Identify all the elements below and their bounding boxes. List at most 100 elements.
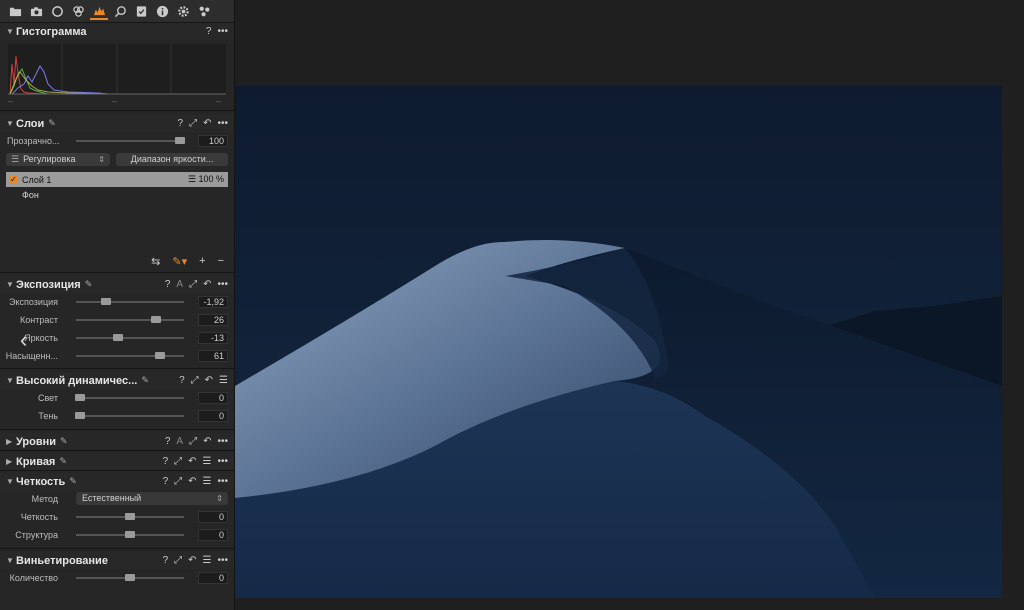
clarity-slider[interactable] [76,513,184,520]
hdr-header[interactable]: ▼ Высокий динамичес... ✎ ? ⤢ ↶ ☰ [0,372,234,389]
menu-icon[interactable]: ☰ [203,555,212,566]
slider-thumb[interactable] [75,412,86,419]
slider-value[interactable]: -13 [198,332,228,344]
pen-icon[interactable]: ✎ [85,279,93,290]
slider-value[interactable]: -1,92 [198,296,228,308]
slider-value[interactable]: 26 [198,314,228,326]
photo-preview[interactable] [235,86,1002,598]
add-layer-icon[interactable]: + [199,255,205,267]
reset-icon[interactable]: ↶ [188,476,196,487]
more-icon[interactable]: ••• [217,436,228,447]
gear-icon[interactable] [174,2,192,20]
more-icon[interactable]: ••• [217,555,228,566]
brush-icon[interactable]: ✎▾ [172,255,187,268]
camera-icon[interactable] [27,2,45,20]
layer-item-background[interactable]: Фон [6,187,228,202]
help-icon[interactable]: ? [165,279,171,290]
pen-icon[interactable]: ✎ [69,476,77,487]
reset-icon[interactable]: ↶ [203,436,211,447]
copy-icon[interactable]: ⤢ [174,555,182,566]
help-icon[interactable]: ? [163,555,169,566]
slider-thumb[interactable] [125,574,135,581]
more-icon[interactable]: ••• [217,456,228,467]
luma-range-button[interactable]: Диапазон яркости... [116,152,228,166]
brightness-slider[interactable] [76,334,184,341]
remove-layer-icon[interactable]: − [218,255,224,267]
layers-header[interactable]: ▼ Слои ✎ ? ⤢ ↶ ••• [0,115,234,132]
shadows-slider[interactable] [75,412,184,419]
menu-icon[interactable]: ☰ [203,476,212,487]
slider-thumb[interactable] [125,513,135,520]
slider-thumb[interactable] [150,316,161,323]
copy-icon[interactable]: ⤢ [191,375,199,386]
swap-icon[interactable]: ⇆ [151,255,160,268]
slider-thumb[interactable] [155,352,166,359]
help-icon[interactable]: ? [206,26,212,37]
collapse-icon[interactable]: ▼ [6,556,16,565]
back-arrow-icon[interactable]: ‹ [20,327,27,353]
search-icon[interactable] [111,2,129,20]
expand-icon[interactable]: ▶ [6,457,16,466]
reset-icon[interactable]: ↶ [203,118,211,129]
menu-icon[interactable]: ☰ [219,375,228,386]
collapse-icon[interactable]: ▼ [6,119,16,128]
more-icon[interactable]: ••• [217,476,228,487]
checklist-icon[interactable] [132,2,150,20]
color-icon[interactable] [69,2,87,20]
exposure-slider[interactable] [76,298,184,305]
amount-slider[interactable] [76,574,184,581]
slider-value[interactable]: 0 [198,572,228,584]
histogram-header[interactable]: ▼ Гистограмма ? ••• [0,23,234,40]
help-icon[interactable]: ? [165,436,171,447]
more-icon[interactable]: ••• [217,26,228,37]
help-icon[interactable]: ? [163,456,169,467]
reset-icon[interactable]: ↶ [205,375,213,386]
structure-slider[interactable] [76,531,184,538]
expand-icon[interactable]: ▶ [6,437,16,446]
more-icon[interactable]: ••• [217,279,228,290]
layer-checkbox[interactable]: ✓ [9,175,18,184]
levels-header[interactable]: ▶ Уровни ✎ ? A ⤢ ↶ ••• [0,433,234,450]
reset-icon[interactable]: ↶ [188,456,196,467]
opacity-slider[interactable] [76,137,185,144]
collapse-icon[interactable]: ▼ [6,477,16,486]
slider-thumb[interactable] [174,137,185,144]
adjust-button[interactable]: ☰ Регулировка ⇕ [6,152,110,166]
slider-value[interactable]: 0 [198,511,228,523]
slider-thumb[interactable] [75,394,86,401]
more-icon[interactable]: ••• [217,118,228,129]
slider-thumb[interactable] [101,298,112,305]
collapse-icon[interactable]: ▼ [6,27,16,36]
exposure-header[interactable]: ▼ Экспозиция ✎ ? A ⤢ ↶ ••• [0,276,234,293]
circle-icon[interactable] [48,2,66,20]
copy-icon[interactable]: ⤢ [174,456,182,467]
clarity-header[interactable]: ▼ Четкость ✎ ? ⤢ ↶ ☰ ••• [0,473,234,490]
help-icon[interactable]: ? [179,375,185,386]
layer-item-1[interactable]: ✓ Слой 1 ☰ 100 % [6,172,228,187]
opacity-value[interactable]: 100 [198,135,228,147]
pen-icon[interactable]: ✎ [60,436,68,447]
slider-thumb[interactable] [125,531,135,538]
menu-icon[interactable]: ☰ [203,456,212,467]
help-icon[interactable]: ? [178,118,184,129]
highlights-slider[interactable] [75,394,184,401]
vignette-header[interactable]: ▼ Виньетирование ? ⤢ ↶ ☰ ••• [0,552,234,569]
copy-icon[interactable]: ⤢ [174,476,182,487]
copy-icon[interactable]: ⤢ [189,279,197,290]
folder-icon[interactable] [6,2,24,20]
auto-icon[interactable]: A [176,436,183,447]
slider-value[interactable]: 0 [198,392,228,404]
reset-icon[interactable]: ↶ [188,555,196,566]
slider-thumb[interactable] [113,334,124,341]
auto-icon[interactable]: A [176,279,183,290]
saturation-slider[interactable] [76,352,184,359]
curve-header[interactable]: ▶ Кривая ✎ ? ⤢ ↶ ☰ ••• [0,453,234,470]
adjust-icon[interactable] [195,2,213,20]
pen-icon[interactable]: ✎ [48,118,56,129]
contrast-slider[interactable] [76,316,184,323]
collapse-icon[interactable]: ▼ [6,280,16,289]
copy-icon[interactable]: ⤢ [189,436,197,447]
slider-value[interactable]: 0 [198,529,228,541]
pen-icon[interactable]: ✎ [141,375,149,386]
method-select[interactable]: Естественный ⇕ [76,492,228,505]
